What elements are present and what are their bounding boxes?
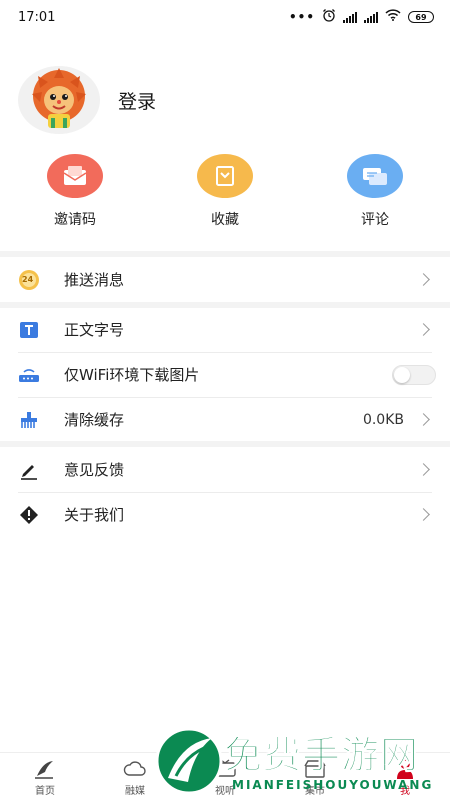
clear-cache-label: 清除缓存 (64, 411, 125, 429)
signal-icon-2 (364, 11, 378, 23)
router-icon (18, 364, 40, 386)
broom-icon (18, 409, 40, 431)
quick-actions: 邀请码 收藏 评论 (0, 154, 450, 234)
watermark: 免费手游网 MIANFEISHOUYOUWANG (150, 722, 450, 800)
toggle-knob (394, 366, 410, 383)
watermark-logo (155, 727, 223, 795)
font-size-label: 正文字号 (64, 321, 125, 339)
home-icon (15, 757, 75, 781)
info-diamond-icon (18, 504, 40, 526)
signal-icon (343, 11, 357, 23)
profile-header[interactable]: 登录 (18, 66, 156, 134)
tab-home-label: 首页 (35, 786, 55, 797)
pencil-icon (18, 459, 40, 481)
wifi-images-row: 仅WiFi环境下载图片 (0, 352, 450, 397)
avatar[interactable] (18, 66, 100, 134)
comment-icon (347, 154, 403, 198)
feedback-label: 意见反馈 (64, 461, 125, 479)
alarm-icon (322, 8, 336, 26)
push-messages-label: 推送消息 (64, 271, 125, 289)
chevron-right-icon (417, 273, 430, 286)
notification-dots: ••• (288, 10, 315, 24)
envelope-icon (47, 154, 103, 198)
chevron-right-icon (417, 323, 430, 336)
chevron-right-icon (417, 413, 430, 426)
about-label: 关于我们 (64, 506, 125, 524)
comments-button[interactable]: 评论 (330, 154, 420, 229)
about-row[interactable]: 关于我们 (0, 492, 450, 537)
tab-home[interactable]: 首页 (15, 757, 75, 797)
chevron-right-icon (417, 508, 430, 521)
push-messages-row[interactable]: 24 推送消息 (0, 257, 450, 302)
invite-code-button[interactable]: 邀请码 (30, 154, 120, 229)
wifi-images-toggle[interactable] (392, 364, 436, 385)
wifi-icon (385, 9, 401, 25)
status-bar: 17:01 ••• 69 (0, 0, 450, 34)
watermark-subtitle: MIANFEISHOUYOUWANG (232, 778, 434, 792)
chevron-right-icon (417, 463, 430, 476)
wifi-images-label: 仅WiFi环境下载图片 (64, 366, 200, 384)
watermark-title: 免费手游网 (223, 733, 420, 778)
comments-label: 评论 (361, 212, 389, 228)
bookmark-icon (197, 154, 253, 198)
cache-size-value: 0.0KB (362, 411, 404, 428)
login-label[interactable]: 登录 (118, 87, 156, 114)
font-size-icon (18, 319, 40, 341)
status-time: 17:01 (18, 9, 56, 25)
push-badge: 24 (22, 275, 34, 284)
favorites-button[interactable]: 收藏 (180, 154, 270, 229)
invite-code-label: 邀请码 (54, 212, 96, 228)
status-icons: ••• 69 (289, 8, 434, 26)
font-size-row[interactable]: 正文字号 (0, 307, 450, 352)
feedback-row[interactable]: 意见反馈 (0, 447, 450, 492)
favorites-label: 收藏 (211, 212, 239, 228)
battery-indicator: 69 (408, 11, 434, 23)
clear-cache-row[interactable]: 清除缓存 0.0KB (0, 397, 450, 442)
